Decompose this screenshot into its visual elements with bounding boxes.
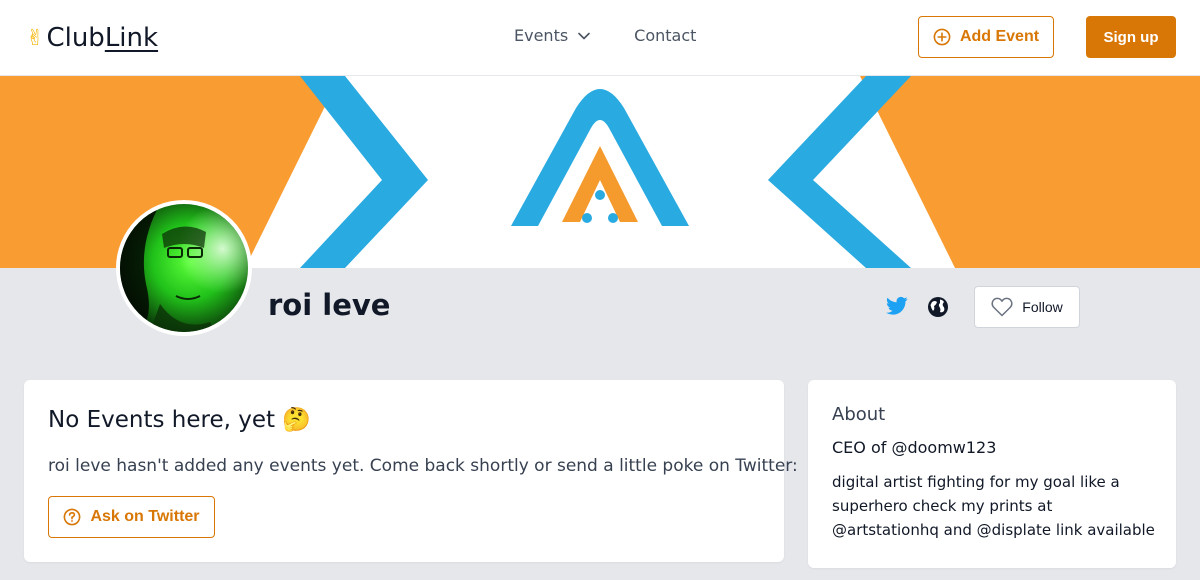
avatar-photo	[120, 204, 248, 332]
about-headline: CEO of @doomw123	[832, 438, 997, 457]
ask-on-twitter-button[interactable]: Ask on Twitter	[48, 496, 215, 538]
follow-label: Follow	[1022, 299, 1063, 315]
chevron-down-icon	[578, 32, 590, 39]
no-events-message: roi leve hasn't added any events yet. Co…	[48, 456, 798, 476]
logo-text-link: Link	[104, 23, 159, 53]
add-event-button[interactable]: Add Event	[918, 16, 1054, 58]
question-circle-icon	[64, 508, 81, 526]
nav-events-label: Events	[514, 26, 569, 45]
about-card: About CEO of @doomw123 digital artist fi…	[808, 380, 1176, 568]
ask-on-twitter-label: Ask on Twitter	[90, 508, 200, 525]
profile-avatar	[116, 200, 252, 336]
twitter-icon[interactable]	[886, 296, 908, 320]
nav-events-dropdown[interactable]: Events	[514, 26, 590, 45]
logo-text-club: Club	[46, 23, 105, 53]
events-card: No Events here, yet 🤔 roi leve hasn't ad…	[24, 380, 798, 562]
about-heading: About	[832, 404, 886, 425]
top-navigation-bar: ✌ Club Link Events Contact Add Event Sig…	[0, 0, 1200, 76]
globe-icon[interactable]	[927, 296, 949, 322]
follow-button[interactable]: Follow	[974, 286, 1080, 328]
plus-circle-icon	[933, 28, 951, 46]
about-bio: digital artist fighting for my goal like…	[832, 473, 1155, 539]
profile-name: roi leve	[268, 288, 391, 322]
sign-up-button[interactable]: Sign up	[1086, 16, 1176, 58]
clublink-logo[interactable]: ✌ Club Link	[26, 20, 158, 56]
add-event-label: Add Event	[959, 28, 1040, 45]
no-events-heading: No Events here, yet 🤔	[48, 407, 311, 433]
heart-icon	[991, 297, 1013, 317]
nav-contact-link[interactable]: Contact	[634, 26, 696, 45]
victory-hand-icon: ✌	[26, 25, 45, 51]
main-nav: Events Contact	[514, 26, 696, 45]
